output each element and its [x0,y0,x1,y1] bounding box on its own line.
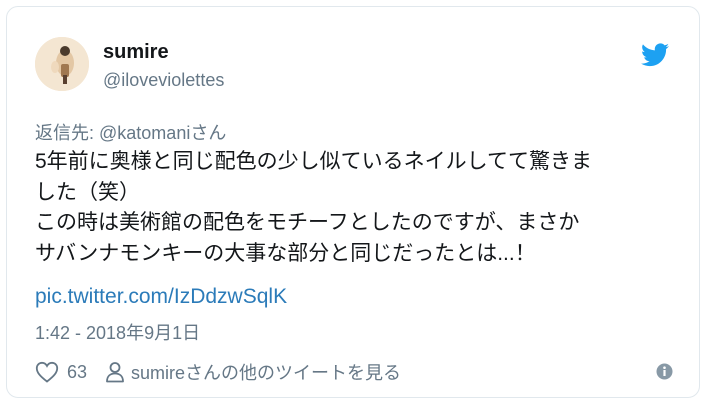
tweet-text-line: 5年前に奥様と同じ配色の少し似ているネイルしてて驚きま [35,150,593,173]
more-tweets-link[interactable]: sumireさんの他のツイートを見る [105,359,401,385]
avatar[interactable] [35,37,89,91]
reply-prefix: 返信先: [35,123,100,143]
timestamp-link[interactable]: 1:42 - 2018年9月1日 [35,319,200,345]
reply-mention-link[interactable]: @katomani [99,123,190,143]
tweet-text-line: した（笑） [35,180,140,204]
tweet-text: 5年前に奥様と同じ配色の少し似ているネイルしてて驚きま した（笑） この時は美術… [35,147,675,269]
person-icon [106,362,124,383]
more-tweets-label: sumireさんの他のツイートを見る [131,363,402,383]
like-count: 63 [67,361,88,382]
like-button[interactable]: 63 [35,361,87,383]
tweet-text-line: サバンナモンキーの大事な部分と同じだったとは...！ [35,241,536,265]
pic-link[interactable]: pic.twitter.com/IzDdzwSqlK [35,285,287,309]
user-name[interactable]: sumire [103,41,169,64]
twitter-bird-icon[interactable] [641,43,669,67]
user-handle[interactable]: @iloveviolettes [103,70,224,91]
heart-icon [35,361,59,383]
tweet-actions: 63 sumireさんの他のツイートを見る [35,357,675,387]
reply-to-line: 返信先: @katomaniさん [35,119,226,145]
tweet-text-line: この時は美術館の配色をモチーフとしたのですが、まさか [35,211,580,234]
tweet-card: sumire @iloveviolettes 返信先: @katomaniさん … [6,6,700,398]
info-icon[interactable] [656,363,673,380]
reply-suffix: さん [190,123,227,143]
